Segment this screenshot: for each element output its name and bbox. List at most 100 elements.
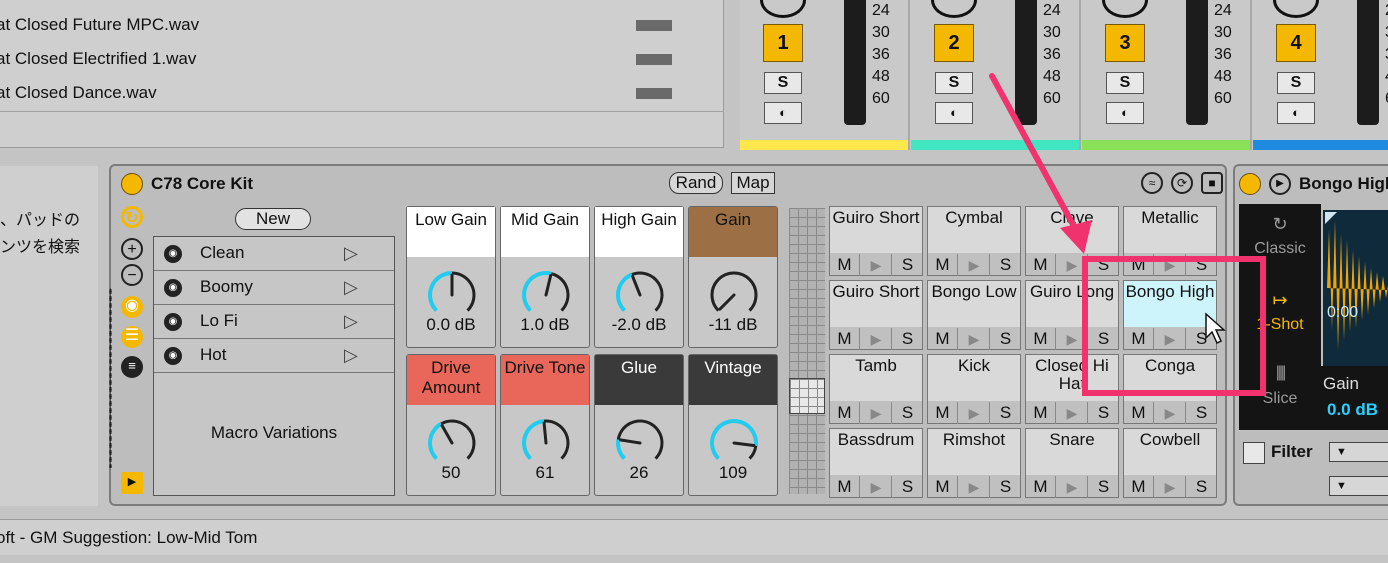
pad-play-icon[interactable]: ▶ bbox=[1057, 402, 1088, 424]
pad-mute-button[interactable]: M bbox=[1026, 328, 1056, 350]
play-triangle-icon[interactable]: ▷ bbox=[344, 277, 358, 298]
pad-play-icon[interactable]: ▶ bbox=[1155, 402, 1186, 424]
knob-dial[interactable] bbox=[614, 417, 666, 469]
knob-dial[interactable] bbox=[708, 417, 760, 469]
pad-play-icon[interactable]: ▶ bbox=[861, 476, 892, 498]
pad-mute-button[interactable]: M bbox=[830, 328, 860, 350]
solo-button[interactable]: S bbox=[1106, 72, 1144, 94]
variation-item[interactable]: ◉ Boomy ▷ bbox=[154, 271, 394, 305]
hot-swap-icon[interactable]: ⟳ bbox=[1171, 172, 1193, 194]
browser-file-row[interactable]: at Closed Future MPC.wav bbox=[0, 8, 716, 42]
pad-solo-button[interactable]: S bbox=[1187, 476, 1216, 498]
macro-knob-6[interactable]: Drive Tone 61 bbox=[500, 354, 590, 496]
track-activator-button[interactable]: 1 bbox=[763, 24, 803, 62]
level-meter[interactable] bbox=[844, 0, 866, 125]
drag-handle[interactable] bbox=[109, 288, 112, 468]
pan-knob[interactable] bbox=[1102, 0, 1148, 18]
drum-pad[interactable]: Cowbell M ▶ S bbox=[1123, 428, 1217, 498]
knob-dial[interactable] bbox=[426, 269, 478, 321]
drum-pad[interactable]: Guiro Short M ▶ S bbox=[829, 280, 923, 350]
variation-item[interactable]: ◉ Clean ▷ bbox=[154, 237, 394, 271]
pad-play-icon[interactable]: ▶ bbox=[861, 254, 892, 276]
pad-mute-button[interactable]: M bbox=[830, 254, 860, 276]
macro-knob-3[interactable]: High Gain -2.0 dB bbox=[594, 206, 684, 348]
pad-solo-button[interactable]: S bbox=[893, 476, 922, 498]
pad-mute-button[interactable]: M bbox=[928, 328, 958, 350]
solo-button[interactable]: S bbox=[764, 72, 802, 94]
knob-dial[interactable] bbox=[426, 417, 478, 469]
pad-play-icon[interactable]: ▶ bbox=[861, 402, 892, 424]
pad-mute-button[interactable]: M bbox=[928, 476, 958, 498]
pad-solo-button[interactable]: S bbox=[991, 476, 1020, 498]
level-meter[interactable] bbox=[1357, 0, 1379, 125]
pad-solo-button[interactable]: S bbox=[1089, 476, 1118, 498]
play-triangle-icon[interactable]: ▷ bbox=[344, 345, 358, 366]
pad-mute-button[interactable]: M bbox=[1124, 402, 1154, 424]
pad-solo-button[interactable]: S bbox=[1089, 402, 1118, 424]
new-variation-button[interactable]: New bbox=[235, 208, 311, 230]
browser-file-row[interactable]: at Closed Dance.wav bbox=[0, 76, 716, 110]
pad-solo-button[interactable]: S bbox=[893, 328, 922, 350]
solo-button[interactable]: S bbox=[1277, 72, 1315, 94]
filter-checkbox[interactable] bbox=[1243, 442, 1265, 464]
remove-icon[interactable]: − bbox=[121, 264, 143, 286]
pad-play-icon[interactable]: ▶ bbox=[1155, 476, 1186, 498]
variation-item[interactable]: ◉ Lo Fi ▷ bbox=[154, 305, 394, 339]
camera-icon[interactable]: ◉ bbox=[164, 347, 182, 365]
solo-button[interactable]: S bbox=[935, 72, 973, 94]
pan-knob[interactable] bbox=[1273, 0, 1319, 18]
pad-mute-button[interactable]: M bbox=[1026, 476, 1056, 498]
camera-icon[interactable]: ◉ bbox=[121, 296, 143, 318]
knob-dial[interactable] bbox=[520, 417, 572, 469]
play-icon[interactable]: ▶ bbox=[1269, 173, 1291, 195]
chain-toggle-icon[interactable]: ▶ bbox=[121, 472, 143, 494]
pad-mute-button[interactable]: M bbox=[1124, 476, 1154, 498]
knob-dial[interactable] bbox=[520, 269, 572, 321]
pan-knob[interactable] bbox=[931, 0, 977, 18]
pad-play-icon[interactable]: ▶ bbox=[861, 328, 892, 350]
variation-item[interactable]: ◉ Hot ▷ bbox=[154, 339, 394, 373]
drum-pad[interactable]: Tamb M ▶ S bbox=[829, 354, 923, 424]
pad-mute-button[interactable]: M bbox=[830, 402, 860, 424]
macro-knob-8[interactable]: Vintage 109 bbox=[688, 354, 778, 496]
add-icon[interactable]: + bbox=[121, 238, 143, 260]
pad-play-icon[interactable]: ▶ bbox=[1057, 476, 1088, 498]
macro-knob-7[interactable]: Glue 26 bbox=[594, 354, 684, 496]
filter-mode-dropdown[interactable]: ▼ bbox=[1329, 476, 1388, 496]
monitor-icon[interactable]: ◐ bbox=[1106, 102, 1144, 124]
pad-mute-button[interactable]: M bbox=[928, 254, 958, 276]
pad-solo-button[interactable]: S bbox=[991, 328, 1020, 350]
play-triangle-icon[interactable]: ▷ bbox=[344, 311, 358, 332]
pad-mute-button[interactable]: M bbox=[1026, 402, 1056, 424]
pad-solo-button[interactable]: S bbox=[893, 254, 922, 276]
waveform-display[interactable]: 0:00 bbox=[1323, 210, 1388, 366]
drum-pad[interactable]: Rimshot M ▶ S bbox=[927, 428, 1021, 498]
pad-solo-button[interactable]: S bbox=[991, 402, 1020, 424]
rand-button[interactable]: Rand bbox=[669, 172, 723, 194]
pad-play-icon[interactable]: ▶ bbox=[959, 328, 990, 350]
drum-pad[interactable]: Snare M ▶ S bbox=[1025, 428, 1119, 498]
pad-solo-button[interactable]: S bbox=[893, 402, 922, 424]
pan-knob[interactable] bbox=[760, 0, 806, 18]
pad-solo-button[interactable]: S bbox=[1187, 402, 1216, 424]
camera-icon[interactable]: ◉ bbox=[164, 313, 182, 331]
pad-overview-grid[interactable] bbox=[789, 208, 825, 494]
wave-icon[interactable]: ≈ bbox=[1141, 172, 1163, 194]
drum-pad[interactable]: Bongo Low M ▶ S bbox=[927, 280, 1021, 350]
knob-dial[interactable] bbox=[614, 269, 666, 321]
macro-knob-1[interactable]: Low Gain 0.0 dB bbox=[406, 206, 496, 348]
monitor-icon[interactable]: ◐ bbox=[764, 102, 802, 124]
gain-value[interactable]: 0.0 dB bbox=[1327, 400, 1378, 420]
macro-knob-4[interactable]: Gain -11 dB bbox=[688, 206, 778, 348]
monitor-icon[interactable]: ◐ bbox=[935, 102, 973, 124]
device-power-icon[interactable] bbox=[121, 173, 143, 195]
save-icon[interactable]: ■ bbox=[1201, 172, 1223, 194]
pad-mute-button[interactable]: M bbox=[830, 476, 860, 498]
macro-toggle-icon[interactable]: ☰ bbox=[121, 326, 143, 348]
camera-icon[interactable]: ◉ bbox=[164, 279, 182, 297]
camera-icon[interactable]: ◉ bbox=[164, 245, 182, 263]
filter-type-dropdown[interactable]: ▼ bbox=[1329, 442, 1388, 462]
drum-pad[interactable]: Kick M ▶ S bbox=[927, 354, 1021, 424]
track-activator-button[interactable]: 4 bbox=[1276, 24, 1316, 62]
map-button[interactable]: Map bbox=[731, 172, 775, 194]
